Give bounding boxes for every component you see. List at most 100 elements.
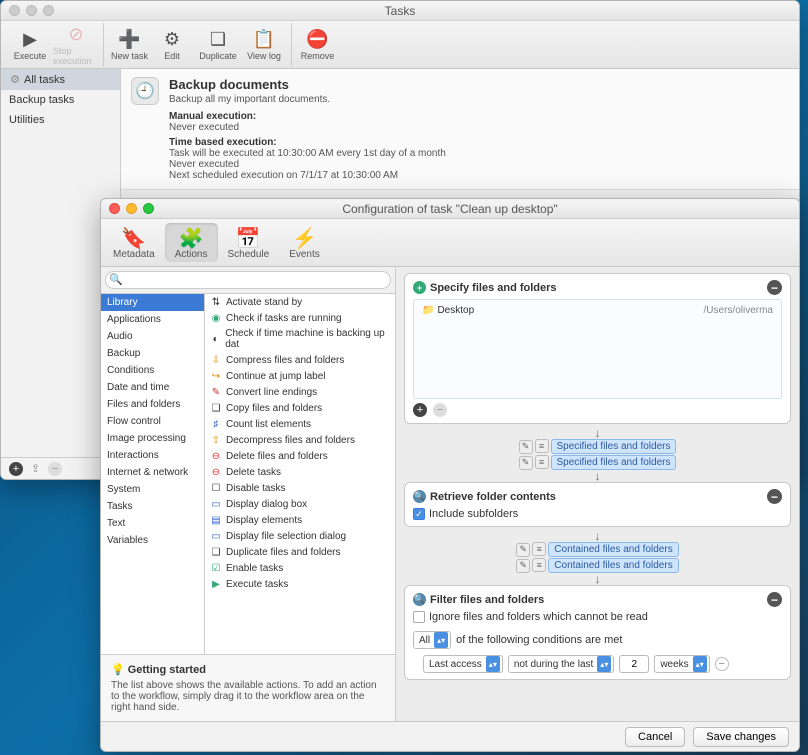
action-item[interactable]: ◐Check if time machine is backing up dat [205, 326, 395, 352]
input-pill[interactable]: Specified files and folders [551, 455, 677, 470]
workflow-area[interactable]: +Specify files and folders− 📁Desktop /Us… [396, 267, 799, 721]
output-pill[interactable]: Specified files and folders [551, 439, 677, 454]
operator-select[interactable]: not during the last▴▾ [508, 655, 615, 673]
condition-mode-select[interactable]: All▴▾ [413, 631, 451, 649]
list-icon[interactable]: ≡ [532, 542, 546, 556]
category-item[interactable]: Variables [101, 532, 204, 549]
execute-button[interactable]: ▶Execute [7, 23, 53, 67]
action-item[interactable]: ⊖Delete tasks [205, 464, 395, 480]
new-task-button[interactable]: ➕New task [103, 23, 149, 67]
titlebar[interactable]: Tasks [1, 1, 799, 21]
save-button[interactable]: Save changes [693, 727, 789, 747]
action-item[interactable]: ⇧Decompress files and folders [205, 432, 395, 448]
edit-icon[interactable]: ✎ [516, 559, 530, 573]
action-item[interactable]: ▤Display elements [205, 512, 395, 528]
sidebar-item-all-tasks[interactable]: ⚙All tasks [1, 69, 120, 90]
category-item[interactable]: Image processing [101, 430, 204, 447]
category-list[interactable]: Library Applications Audio Backup Condit… [101, 294, 205, 654]
step-title: Retrieve folder contents [430, 491, 556, 503]
task-row[interactable]: 🕘 Backup documents Backup all my importa… [121, 69, 799, 190]
category-item[interactable]: Date and time [101, 379, 204, 396]
plus-icon: ➕ [119, 29, 141, 51]
category-item[interactable]: Internet & network [101, 464, 204, 481]
tab-actions[interactable]: 🧩Actions [165, 223, 218, 262]
unit-select[interactable]: weeks▴▾ [654, 655, 709, 673]
include-subfolders-checkbox[interactable]: ✓Include subfolders [413, 508, 782, 520]
step-filter-files: 🔍Filter files and folders− Ignore files … [404, 585, 791, 680]
search-input[interactable] [105, 271, 391, 289]
list-icon[interactable]: ≡ [532, 558, 546, 572]
category-item[interactable]: Audio [101, 328, 204, 345]
attribute-select[interactable]: Last access▴▾ [423, 655, 503, 673]
tab-schedule[interactable]: 📅Schedule [218, 223, 280, 262]
collapse-button[interactable]: − [767, 592, 782, 607]
edit-button[interactable]: ⚙Edit [149, 23, 195, 67]
action-item[interactable]: ☐Disable tasks [205, 480, 395, 496]
traffic-lights [1, 5, 54, 16]
action-item[interactable]: ⇩Compress files and folders [205, 352, 395, 368]
remove-condition-button[interactable]: − [715, 657, 729, 671]
action-item[interactable]: ✎Convert line endings [205, 384, 395, 400]
action-item[interactable]: ⇅Activate stand by [205, 294, 395, 310]
view-log-button[interactable]: 📋View log [241, 23, 287, 67]
category-item[interactable]: Flow control [101, 413, 204, 430]
actions-list[interactable]: ⇅Activate stand by ◉Check if tasks are r… [205, 294, 395, 654]
add-folder-button[interactable]: + [413, 403, 427, 417]
remove-button[interactable]: ⛔Remove [291, 23, 337, 67]
action-item[interactable]: ▶Execute tasks [205, 576, 395, 592]
action-item[interactable]: ↪Continue at jump label [205, 368, 395, 384]
action-item[interactable]: ❏Duplicate files and folders [205, 544, 395, 560]
category-item[interactable]: Library [101, 294, 204, 311]
action-item[interactable]: ▭Display file selection dialog [205, 528, 395, 544]
remove-small-button[interactable]: − [48, 462, 62, 476]
category-item[interactable]: Applications [101, 311, 204, 328]
close-icon[interactable] [9, 5, 20, 16]
category-item[interactable]: Text [101, 515, 204, 532]
minimize-icon[interactable] [26, 5, 37, 16]
action-item[interactable]: ❏Copy files and folders [205, 400, 395, 416]
arrow-down-icon: ↓ [404, 574, 791, 584]
edit-icon[interactable]: ✎ [519, 440, 533, 454]
titlebar[interactable]: Configuration of task "Clean up desktop" [101, 199, 799, 219]
category-item[interactable]: Conditions [101, 362, 204, 379]
edit-icon[interactable]: ✎ [519, 456, 533, 470]
zoom-icon[interactable] [143, 203, 154, 214]
category-item[interactable]: Interactions [101, 447, 204, 464]
action-item[interactable]: ⊖Delete files and folders [205, 448, 395, 464]
category-item[interactable]: Tasks [101, 498, 204, 515]
list-icon[interactable]: ≡ [535, 439, 549, 453]
minimize-icon[interactable] [126, 203, 137, 214]
sidebar-item-backup-tasks[interactable]: Backup tasks [1, 90, 120, 110]
stop-button: ⊘Stop execution [53, 23, 99, 67]
action-item[interactable]: ☑Enable tasks [205, 560, 395, 576]
output-pill[interactable]: Contained files and folders [548, 542, 678, 557]
input-pill[interactable]: Contained files and folders [548, 558, 678, 573]
dialog-icon: ▭ [210, 530, 222, 542]
arrow-down-icon: ↓ [404, 428, 791, 438]
collapse-button[interactable]: − [767, 280, 782, 295]
collapse-button[interactable]: − [767, 489, 782, 504]
duplicate-button[interactable]: ❏Duplicate [195, 23, 241, 67]
step-title: Filter files and folders [430, 594, 544, 606]
edit-icon[interactable]: ✎ [516, 543, 530, 557]
action-item[interactable]: ♯Count list elements [205, 416, 395, 432]
timemachine-icon: ◐ [210, 333, 221, 345]
category-item[interactable]: Backup [101, 345, 204, 362]
cancel-button[interactable]: Cancel [625, 727, 685, 747]
share-icon[interactable]: ⇪ [31, 462, 40, 475]
folder-row[interactable]: 📁Desktop /Users/oliverma [417, 303, 778, 318]
value-input[interactable] [619, 655, 649, 673]
sidebar-item-utilities[interactable]: Utilities [1, 110, 120, 130]
close-icon[interactable] [109, 203, 120, 214]
tab-metadata[interactable]: 🔖Metadata [103, 223, 165, 262]
ignore-unreadable-checkbox[interactable]: Ignore files and folders which cannot be… [413, 611, 782, 623]
category-item[interactable]: System [101, 481, 204, 498]
tab-events[interactable]: ⚡Events [279, 223, 330, 262]
category-item[interactable]: Files and folders [101, 396, 204, 413]
decompress-icon: ⇧ [210, 434, 222, 446]
action-item[interactable]: ◉Check if tasks are running [205, 310, 395, 326]
action-item[interactable]: ▭Display dialog box [205, 496, 395, 512]
list-icon[interactable]: ≡ [535, 455, 549, 469]
add-button[interactable]: + [9, 462, 23, 476]
zoom-icon[interactable] [43, 5, 54, 16]
